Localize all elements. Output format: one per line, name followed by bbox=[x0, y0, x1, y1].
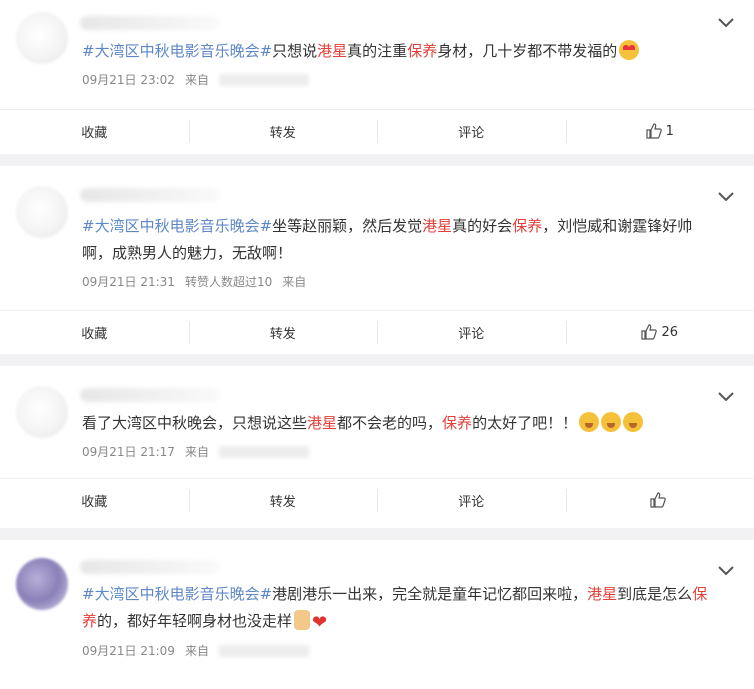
comment-label: 评论 bbox=[458, 494, 485, 510]
post-meta: 09月21日 21:09 来自 bbox=[82, 642, 754, 660]
post-card: #大湾区中秋电影音乐晚会#只想说港星真的注重保养身材，几十岁都不带发福的 09月… bbox=[0, 0, 754, 154]
keyword-highlight: 保养 bbox=[407, 42, 438, 60]
thumb-emoji-icon bbox=[294, 610, 311, 630]
post-source: 来自 bbox=[184, 445, 209, 459]
thumbs-up-icon bbox=[646, 123, 662, 139]
hashtag-link[interactable]: #大湾区中秋电影音乐晚会# bbox=[82, 585, 272, 603]
post-time[interactable]: 09月21日 21:09 bbox=[82, 642, 175, 660]
keyword-highlight: 港星 bbox=[587, 585, 618, 603]
post-source: 来自 bbox=[184, 73, 209, 87]
hashtag-link[interactable]: #大湾区中秋电影音乐晚会# bbox=[82, 42, 272, 60]
keyword-highlight: 保养 bbox=[442, 414, 473, 432]
repost-button[interactable]: 转发 bbox=[188, 311, 378, 353]
favorite-button[interactable]: 收藏 bbox=[0, 110, 189, 152]
repost-count-note: 转赞人数超过10 bbox=[184, 275, 273, 289]
post-time[interactable]: 09月21日 21:31 bbox=[82, 273, 175, 291]
like-button[interactable] bbox=[565, 479, 754, 521]
post-text: #大湾区中秋电影音乐晚会#港剧港乐一出来，完全就是童年记忆都回来啦，港星到底是怎… bbox=[82, 581, 754, 636]
face-emoji-icon bbox=[579, 412, 600, 432]
repost-label: 转发 bbox=[269, 326, 296, 342]
face-emoji-icon bbox=[623, 412, 644, 432]
text-segment: 的，都好年轻啊身材也没走样 bbox=[97, 612, 293, 630]
post-text: #大湾区中秋电影音乐晚会#只想说港星真的注重保养身材，几十岁都不带发福的 bbox=[82, 38, 754, 65]
text-segment: 看了大湾区中秋晚会，只想说这些 bbox=[82, 414, 308, 432]
action-bar: 收藏 转发 评论 bbox=[0, 478, 754, 521]
post-source: 来自 bbox=[184, 644, 209, 658]
keyword-highlight: 港星 bbox=[422, 217, 453, 235]
source-redacted bbox=[218, 645, 309, 657]
action-bar: 收藏 转发 评论 26 bbox=[0, 310, 754, 353]
face-emoji-icon bbox=[601, 412, 622, 432]
comment-button[interactable]: 评论 bbox=[377, 311, 566, 353]
text-segment: 的太好了吧！！ bbox=[472, 414, 578, 432]
weibo-feed: #大湾区中秋电影音乐晚会#只想说港星真的注重保养身材，几十岁都不带发福的 09月… bbox=[0, 0, 754, 689]
source-redacted bbox=[218, 446, 309, 458]
love-emoji-icon bbox=[619, 40, 640, 60]
like-count: 1 bbox=[665, 123, 674, 139]
post-text: #大湾区中秋电影音乐晚会#坐等赵丽颖，然后发觉港星真的好会保养，刘恺威和谢霆锋好… bbox=[82, 213, 754, 267]
favorite-button[interactable]: 收藏 bbox=[0, 479, 189, 521]
text-segment: 港剧港乐一出来，完全就是童年记忆都回来啦， bbox=[272, 585, 588, 603]
post-source: 来自 bbox=[282, 275, 307, 289]
keyword-highlight: 港星 bbox=[307, 414, 338, 432]
post-meta: 09月21日 21:17 来自 bbox=[82, 443, 754, 461]
text-segment: 坐等赵丽颖，然后发觉 bbox=[272, 217, 423, 235]
post-card: 看了大湾区中秋晚会，只想说这些港星都不会老的吗，保养的太好了吧！！ 09月21日… bbox=[0, 366, 754, 528]
favorite-button[interactable]: 收藏 bbox=[0, 311, 189, 353]
thumbs-up-icon bbox=[650, 492, 666, 508]
comment-label: 评论 bbox=[458, 125, 485, 141]
post-meta: 09月21日 21:31 转赞人数超过10 来自 bbox=[82, 273, 754, 291]
comment-button[interactable]: 评论 bbox=[377, 479, 566, 521]
text-segment: 到底是怎么 bbox=[617, 585, 693, 603]
source-redacted bbox=[218, 74, 309, 86]
comment-label: 评论 bbox=[458, 326, 485, 342]
repost-button[interactable]: 转发 bbox=[188, 110, 378, 152]
comment-button[interactable]: 评论 bbox=[377, 110, 566, 152]
repost-label: 转发 bbox=[269, 125, 296, 141]
action-bar: 收藏 转发 评论 1 bbox=[0, 109, 754, 152]
text-segment: 身材，几十岁都不带发福的 bbox=[437, 42, 618, 60]
keyword-highlight: 保养 bbox=[512, 217, 543, 235]
text-segment: 真的好会 bbox=[452, 217, 513, 235]
hashtag-link[interactable]: #大湾区中秋电影音乐晚会# bbox=[82, 217, 272, 235]
text-segment: 真的注重 bbox=[347, 42, 408, 60]
like-button[interactable]: 1 bbox=[565, 110, 754, 152]
text-segment: 都不会老的吗， bbox=[337, 414, 443, 432]
heart-emoji-icon: ❤ bbox=[312, 612, 328, 633]
post-card: #大湾区中秋电影音乐晚会#港剧港乐一出来，完全就是童年记忆都回来啦，港星到底是怎… bbox=[0, 540, 754, 689]
post-text: 看了大湾区中秋晚会，只想说这些港星都不会老的吗，保养的太好了吧！！ bbox=[82, 410, 754, 437]
repost-button[interactable]: 转发 bbox=[188, 479, 378, 521]
thumbs-up-icon bbox=[641, 324, 658, 340]
repost-label: 转发 bbox=[269, 494, 296, 510]
post-meta: 09月21日 23:02 来自 bbox=[82, 71, 754, 89]
post-time[interactable]: 09月21日 23:02 bbox=[82, 71, 175, 89]
like-button[interactable]: 26 bbox=[565, 311, 754, 353]
like-count: 26 bbox=[661, 324, 679, 340]
favorite-label: 收藏 bbox=[81, 326, 108, 342]
post-time[interactable]: 09月21日 21:17 bbox=[82, 443, 175, 461]
keyword-highlight: 港星 bbox=[317, 42, 348, 60]
post-card: #大湾区中秋电影音乐晚会#坐等赵丽颖，然后发觉港星真的好会保养，刘恺威和谢霆锋好… bbox=[0, 166, 754, 354]
favorite-label: 收藏 bbox=[81, 125, 108, 141]
favorite-label: 收藏 bbox=[81, 494, 108, 510]
text-segment: 只想说 bbox=[272, 42, 318, 60]
